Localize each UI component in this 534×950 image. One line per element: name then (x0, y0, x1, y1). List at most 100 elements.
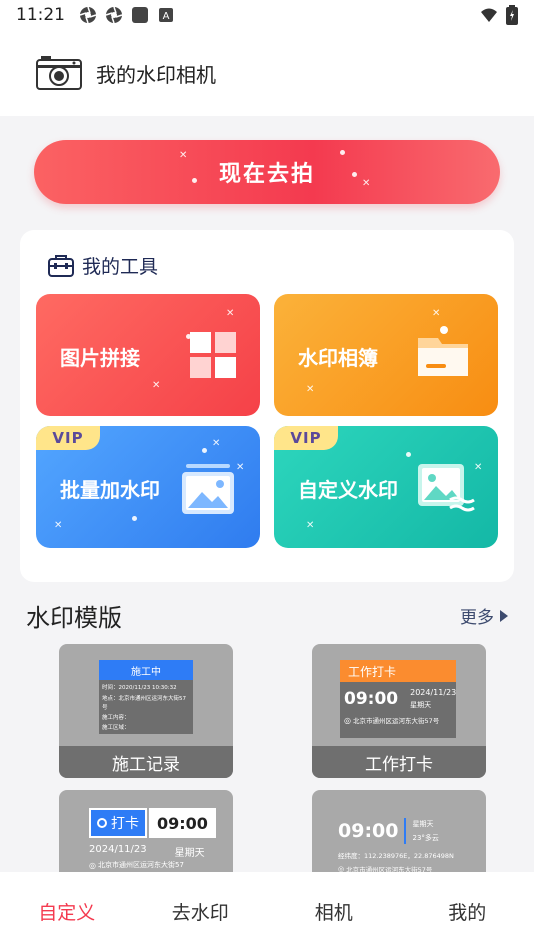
nav-item-remove-watermark[interactable]: 去水印 (134, 872, 268, 950)
vip-badge: VIP (36, 426, 100, 450)
template-preview-date-row: 2024/11/23 星期天 (89, 844, 205, 859)
status-notification-icons: A (79, 6, 175, 24)
aperture-icon (79, 6, 97, 24)
font-a-icon: A (159, 8, 173, 22)
app-title: 我的水印相机 (96, 62, 216, 87)
square-icon (132, 7, 148, 23)
folder-icon (418, 326, 468, 376)
vip-badge: VIP (274, 426, 338, 450)
tools-card: 我的工具 ✕ ✕ 图片拼接 ✕ ✕ 水印相簿 VIP ✕ ✕ ✕ 批量加水印 V… (20, 230, 514, 582)
template-preview-header: 施工中 (99, 660, 193, 680)
template-preview-header: 工作打卡 (340, 660, 456, 682)
template-preview-badge-box: 打卡 (89, 808, 147, 838)
templates-section-title: 水印模版 (26, 604, 122, 632)
sparkle-icon: ✕ (236, 462, 245, 473)
template-card-coordinates[interactable]: 09:00 星期天 23°多云 经纬度：112.238976E，22.87649… (312, 790, 486, 880)
sparkle-icon: ✕ (362, 178, 371, 189)
location-pin-icon: ◎ (344, 715, 351, 725)
template-preview: 施工中 时间：2020/11/23 10:30:32 地点：北京市通州区运河东大… (99, 660, 193, 734)
template-preview-time: 09:00 (149, 808, 216, 838)
sparkle-icon: ✕ (179, 150, 188, 161)
template-preview-line: 施工内容： (102, 715, 130, 721)
sparkle-dot (202, 448, 207, 453)
sparkle-icon: ✕ (244, 172, 253, 183)
template-preview-line: 地点：北京市通州区运河东大街57 (102, 696, 186, 702)
grid-window-icon (190, 332, 236, 378)
template-preview-time-row: 09:00 2024/11/23 星期天 (340, 682, 456, 710)
template-preview-line: 号 (102, 705, 108, 711)
radio-ring-icon (97, 818, 107, 828)
template-card-punch[interactable]: 打卡 09:00 2024/11/23 星期天 ◎ 北京市通州区运河东大街57 (59, 790, 233, 880)
wifi-icon (481, 8, 497, 22)
template-card-work-checkin[interactable]: 工作打卡 09:00 2024/11/23 星期天 ◎ 北京市通州区运河东大街5… (312, 644, 486, 778)
sparkle-dot (352, 172, 357, 177)
camera-icon (36, 56, 82, 90)
template-preview-time: 09:00 (344, 689, 399, 709)
sparkle-icon: ✕ (306, 384, 315, 395)
template-preview: 工作打卡 09:00 2024/11/23 星期天 ◎ 北京市通州区运河东大街5… (340, 660, 456, 738)
template-preview-header-row: 打卡 09:00 (89, 808, 216, 838)
chevron-right-icon (500, 609, 508, 622)
divider (404, 818, 407, 844)
tool-image-stitch-label: 图片拼接 (60, 346, 140, 370)
status-time: 11:21 (16, 5, 65, 25)
template-preview-address: 北京市通州区运河东大街57号 (352, 717, 440, 725)
template-preview-date-block: 星期天 23°多云 (412, 819, 438, 843)
nav-item-mine[interactable]: 我的 (401, 872, 534, 950)
template-preview-badge: 打卡 (111, 816, 139, 832)
tool-image-stitch[interactable]: ✕ ✕ 图片拼接 (36, 294, 260, 416)
template-caption: 工作打卡 (312, 746, 486, 778)
shoot-now-button[interactable]: ✕ ✕ ✕ 现在去拍 (34, 140, 500, 204)
template-preview-address: 北京市通州区运河东大街57 (97, 861, 184, 869)
template-preview-weekday: 星期天 (174, 848, 205, 859)
template-preview-line: 时间：2020/11/23 10:30:32 (102, 685, 177, 691)
tools-header: 我的工具 (48, 252, 158, 279)
template-preview-date: 2024/11/23 (89, 844, 147, 855)
template-preview-date: 2024/11/23 (410, 688, 457, 697)
location-pin-icon: ◎ (89, 860, 96, 870)
template-preview-date-block: 2024/11/23 星期天 (410, 688, 456, 710)
sparkle-icon: ✕ (212, 438, 221, 449)
battery-icon (506, 5, 518, 25)
tools-title: 我的工具 (82, 256, 159, 278)
tool-watermark-album-label: 水印相簿 (298, 346, 378, 370)
template-preview-weather: 23°多云 (412, 834, 439, 842)
template-preview-weekday: 星期天 (410, 701, 432, 709)
template-preview-time: 09:00 (338, 820, 399, 842)
image-stack-icon (182, 464, 234, 514)
template-preview-weekday: 星期天 (412, 820, 434, 828)
app-header: 我的水印相机 (0, 30, 534, 116)
tool-custom-watermark[interactable]: VIP ✕ ✕ 自定义水印 (274, 426, 498, 548)
shoot-now-label: 现在去拍 (218, 162, 315, 187)
aperture-icon (105, 6, 123, 24)
template-preview-coords: 经纬度：112.238976E，22.876498N (338, 852, 454, 860)
template-caption: 施工记录 (59, 746, 233, 778)
tool-custom-watermark-label: 自定义水印 (298, 478, 398, 502)
more-templates-link[interactable]: 更多 (460, 603, 508, 628)
sparkle-dot (192, 178, 197, 183)
image-edit-icon (418, 464, 475, 512)
toolbox-icon (48, 254, 74, 277)
tool-batch-watermark[interactable]: VIP ✕ ✕ ✕ 批量加水印 (36, 426, 260, 548)
bottom-nav: 自定义 去水印 相机 我的 (0, 872, 534, 950)
sparkle-dot (406, 452, 411, 457)
template-preview-time-row: 09:00 星期天 23°多云 (338, 818, 439, 844)
template-preview-address-row: ◎ 北京市通州区运河东大街57号 (340, 710, 456, 726)
sparkle-icon: ✕ (152, 380, 161, 391)
status-system-icons (480, 5, 518, 25)
sparkle-icon: ✕ (54, 520, 63, 531)
svg-text:A: A (163, 11, 170, 22)
sparkle-icon: ✕ (306, 520, 315, 531)
template-preview-address-row: ◎ 北京市通州区运河东大街57 (89, 860, 184, 870)
nav-item-camera[interactable]: 相机 (267, 872, 401, 950)
template-card-construction[interactable]: 施工中 时间：2020/11/23 10:30:32 地点：北京市通州区运河东大… (59, 644, 233, 778)
sparkle-icon: ✕ (226, 308, 235, 319)
sparkle-dot (132, 516, 137, 521)
sparkle-dot (340, 150, 345, 155)
tool-watermark-album[interactable]: ✕ ✕ 水印相簿 (274, 294, 498, 416)
nav-item-custom[interactable]: 自定义 (0, 872, 134, 950)
tool-batch-watermark-label: 批量加水印 (60, 478, 160, 502)
sparkle-icon: ✕ (432, 308, 441, 319)
status-bar: 11:21 A (0, 0, 534, 30)
more-label: 更多 (460, 608, 494, 628)
